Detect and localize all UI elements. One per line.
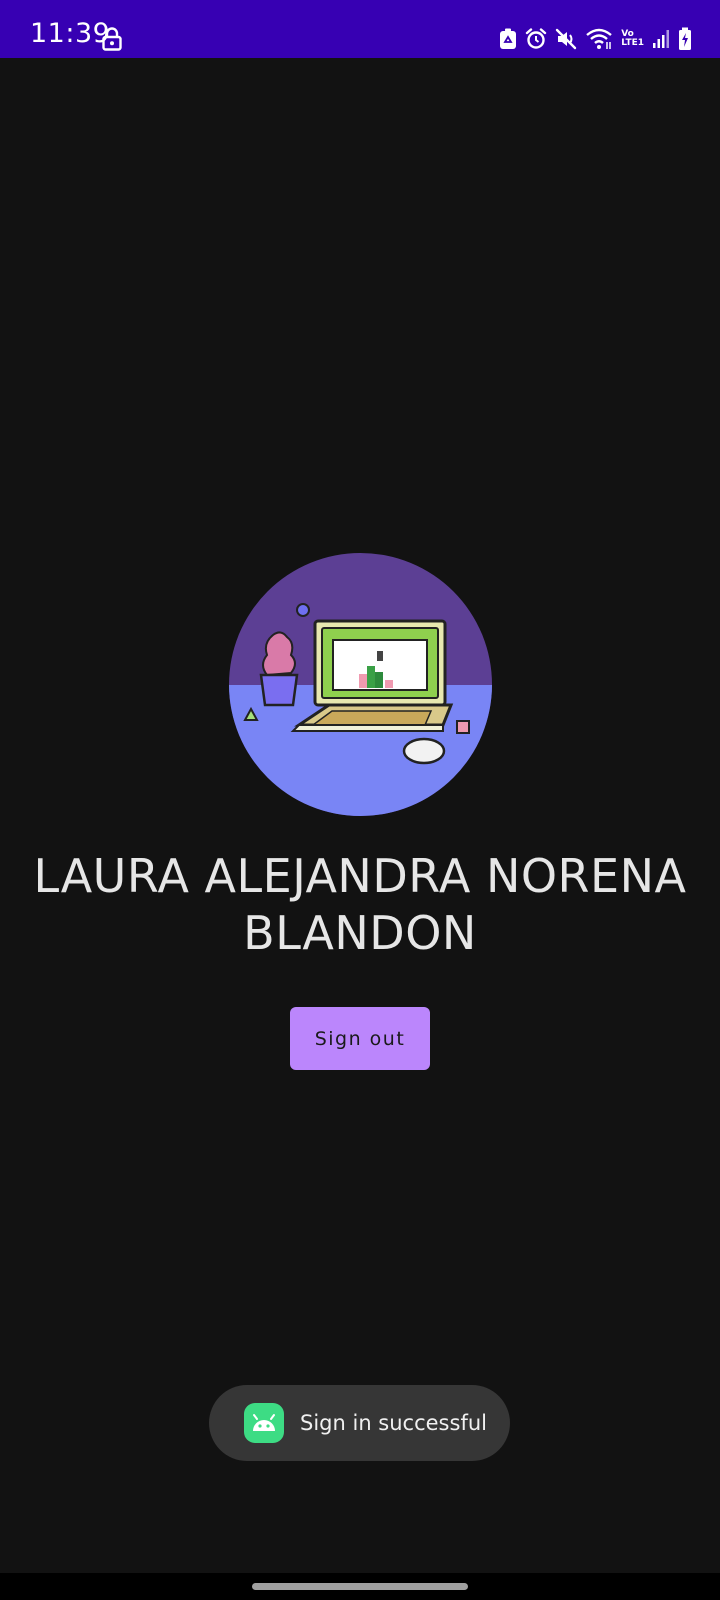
recycle-icon [499,28,517,50]
toast: Sign in successful [209,1385,510,1461]
android-app-icon [244,1403,284,1443]
sign-out-button[interactable]: Sign out [290,1007,430,1070]
screen: 11:39 Vo LTE1 LAURA ALEJANDRA NORENA BLA… [0,0,720,1600]
navigation-bar [0,1573,720,1600]
status-icons: Vo LTE1 [499,26,692,52]
battery-charging-icon [678,27,692,51]
alarm-icon [525,28,547,50]
gesture-handle[interactable] [252,1583,468,1590]
status-time: 11:39 [30,18,111,49]
toast-message: Sign in successful [300,1411,487,1435]
avatar [229,553,492,816]
volte-lte-icon: Vo LTE1 [621,30,644,48]
status-bar: 11:39 Vo LTE1 [0,0,720,58]
laptop-illustration [229,553,492,816]
signal-icon [652,29,670,49]
user-name: LAURA ALEJANDRA NORENA BLANDON [33,849,687,960]
mute-icon [555,28,577,50]
network-label-bottom: LTE1 [621,38,644,48]
lock-icon [102,27,122,51]
wifi-icon [585,28,613,50]
